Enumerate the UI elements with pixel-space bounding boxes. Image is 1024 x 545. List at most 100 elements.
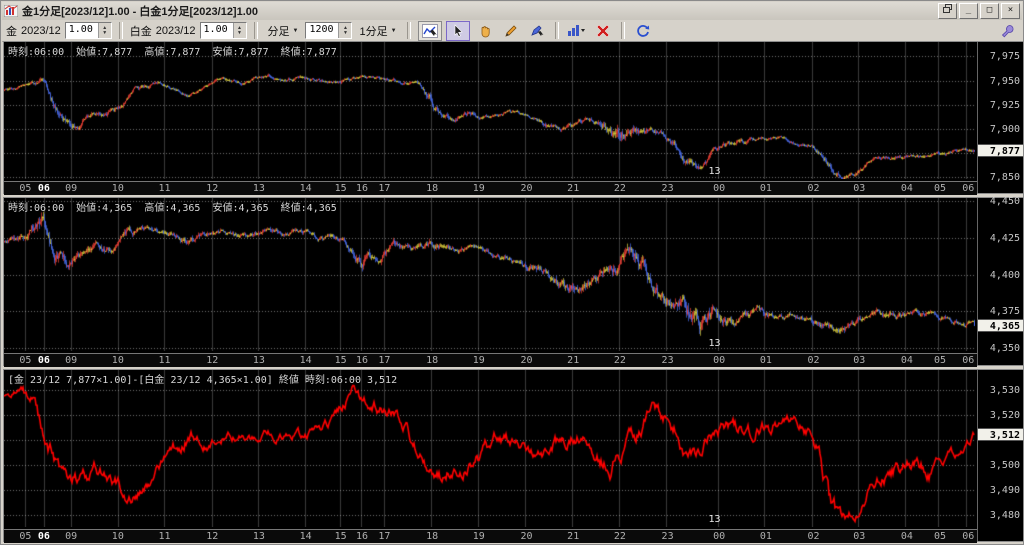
chart-type-dropdown-button[interactable]	[566, 22, 588, 40]
price-axis-label: 3,490	[989, 484, 1020, 496]
pointer-tool-button[interactable]	[445, 20, 470, 41]
price-axis-label: 7,850	[989, 172, 1020, 184]
bar-chart-dropdown-icon	[568, 25, 586, 36]
time-tick-label: 02	[807, 531, 820, 542]
gold-ohlc-header: 時刻:06:00 始値:7,877 高値:7,877 安値:7,877 終値:7…	[8, 47, 337, 58]
time-tick-label: 19	[472, 183, 485, 194]
title-bar[interactable]: 金1分足[2023/12]1.00 - 白金1分足[2023/12]1.00 _…	[2, 2, 1022, 21]
maximize-button[interactable]: □	[980, 3, 999, 19]
minimize-button[interactable]: _	[959, 3, 978, 19]
time-tick-label: 09	[65, 531, 78, 542]
time-tick-label: 21	[567, 183, 580, 194]
time-tick-label: 13	[252, 531, 265, 542]
price-axis-label: 7,925	[989, 99, 1020, 111]
time-tick-label: 10	[111, 531, 124, 542]
time-tick-label: 14	[299, 531, 312, 542]
price-axis-label: 3,480	[989, 509, 1020, 521]
delete-red-x-icon	[596, 24, 609, 37]
time-tick-label: 12	[206, 355, 219, 366]
time-tick-label: 20	[520, 183, 533, 194]
pen-cursor-icon	[531, 24, 544, 36]
time-tick-label: 09	[65, 183, 78, 194]
time-tick-label: 04	[900, 355, 913, 366]
price-axis-label: 7,900	[989, 123, 1020, 135]
time-tick-label: 06	[37, 355, 50, 366]
spinner-arrows-icon[interactable]: ▲ ▼	[232, 23, 246, 38]
price-axis-label: 3,500	[989, 459, 1020, 471]
pen-cursor-tool-button[interactable]	[526, 22, 548, 40]
time-tick-label: 06	[962, 355, 975, 366]
time-tick-label: 14	[299, 355, 312, 366]
platinum-multiplier-spinner[interactable]: 1.00 ▲ ▼	[199, 22, 247, 39]
time-tick-label: 01	[759, 355, 772, 366]
price-axis-label: 3,520	[989, 409, 1020, 421]
chevron-down-icon: ▼	[292, 27, 299, 34]
chart-area: 時刻:06:00 始値:7,877 高値:7,877 安値:7,877 終値:7…	[3, 41, 1023, 543]
bar-count-value[interactable]: 1200	[306, 23, 338, 38]
gold-time-axis: 05 06 09 10 11 12 13 14 15 16 17 18 19 20 21 22 23 00 01 02…	[4, 181, 977, 195]
time-tick-label: 05	[933, 531, 947, 542]
platinum-chart-panel: 時刻:06:00 始値:4,365 高値:4,365 安値:4,365 終値:4…	[3, 196, 1023, 367]
time-tick-label: 06	[962, 183, 975, 194]
spread-header: [金 23/12 7,877×1.00]-[白金 23/12 4,365×1.0…	[8, 375, 398, 386]
chart-cursor-icon	[421, 23, 438, 38]
spinner-arrows-icon[interactable]: ▲ ▼	[338, 23, 352, 38]
wrench-settings-icon	[1001, 24, 1014, 37]
platinum-label: 白金	[129, 25, 152, 38]
platinum-candlestick-canvas[interactable]	[4, 198, 975, 351]
time-tick-label: 02	[807, 355, 820, 366]
time-tick-label: 10	[111, 355, 124, 366]
toolbar-separator	[620, 22, 625, 39]
bar-count-spinner[interactable]: 1200 ▲ ▼	[305, 22, 353, 39]
window-chart-icon	[4, 5, 18, 17]
settings-button[interactable]	[996, 22, 1018, 40]
float-window-icon	[943, 4, 952, 13]
gold-candlestick-canvas[interactable]	[4, 42, 975, 179]
spread-line-canvas[interactable]	[4, 370, 975, 527]
time-tick-label: 13	[252, 183, 265, 194]
time-tick-label: 16	[356, 531, 369, 542]
pointer-icon	[454, 24, 463, 37]
period-dropdown[interactable]: 分足 ▼	[265, 22, 302, 40]
time-tick-label: 12	[206, 183, 219, 194]
platinum-multiplier-value[interactable]: 1.00	[201, 23, 233, 38]
gold-chart-plot[interactable]: 時刻:06:00 始値:7,877 高値:7,877 安値:7,877 終値:7…	[4, 42, 977, 181]
spread-chart-plot[interactable]: [金 23/12 7,877×1.00]-[白金 23/12 4,365×1.0…	[4, 370, 977, 529]
hand-pan-icon	[481, 25, 490, 37]
time-tick-label: 00	[713, 531, 726, 542]
time-tick-label: 03	[853, 531, 866, 542]
time-tick-label: 23	[661, 355, 674, 366]
time-tick-label: 06	[37, 531, 50, 542]
time-tick-label: 00	[713, 355, 726, 366]
time-tick-label: 02	[807, 183, 820, 194]
interval-dropdown[interactable]: 1分足 ▼	[356, 22, 399, 40]
spread-price-axis: 3,530 3,520 3,500 3,490 3,480 3,512	[977, 370, 1023, 541]
price-axis-label: 7,950	[989, 75, 1020, 87]
last-price-tag: 7,877	[978, 144, 1023, 158]
toolbar-separator	[554, 22, 559, 39]
refresh-button[interactable]	[632, 22, 654, 40]
close-button[interactable]: ×	[1001, 3, 1020, 19]
delete-drawings-button[interactable]	[592, 22, 614, 40]
last-price-tag: 3,512	[978, 427, 1023, 441]
spread-chart-panel: [金 23/12 7,877×1.00]-[白金 23/12 4,365×1.0…	[3, 369, 1023, 543]
float-window-button[interactable]	[938, 3, 957, 19]
gold-multiplier-value[interactable]: 1.00	[66, 23, 98, 38]
time-tick-label: 22	[613, 183, 626, 194]
time-tick-label: 05	[19, 355, 32, 366]
platinum-price-axis: 4,450 4,425 4,400 4,375 4,350 4,365	[977, 196, 1023, 365]
hand-pan-tool-button[interactable]	[474, 22, 496, 40]
date-marker: 13	[708, 166, 721, 177]
price-axis-label: 3,530	[989, 384, 1020, 396]
spinner-arrows-icon[interactable]: ▲ ▼	[97, 23, 111, 38]
time-tick-label: 05	[933, 183, 947, 194]
platinum-chart-plot[interactable]: 時刻:06:00 始値:4,365 高値:4,365 安値:4,365 終値:4…	[4, 198, 977, 353]
time-tick-label: 15	[334, 183, 347, 194]
time-tick-label: 17	[378, 355, 391, 366]
time-tick-label: 19	[472, 355, 485, 366]
time-tick-label: 20	[520, 355, 533, 366]
gold-multiplier-spinner[interactable]: 1.00 ▲ ▼	[64, 22, 112, 39]
time-tick-label: 05	[933, 355, 947, 366]
chart-cursor-tool-button[interactable]	[417, 20, 442, 41]
pencil-tool-button[interactable]	[500, 22, 522, 40]
